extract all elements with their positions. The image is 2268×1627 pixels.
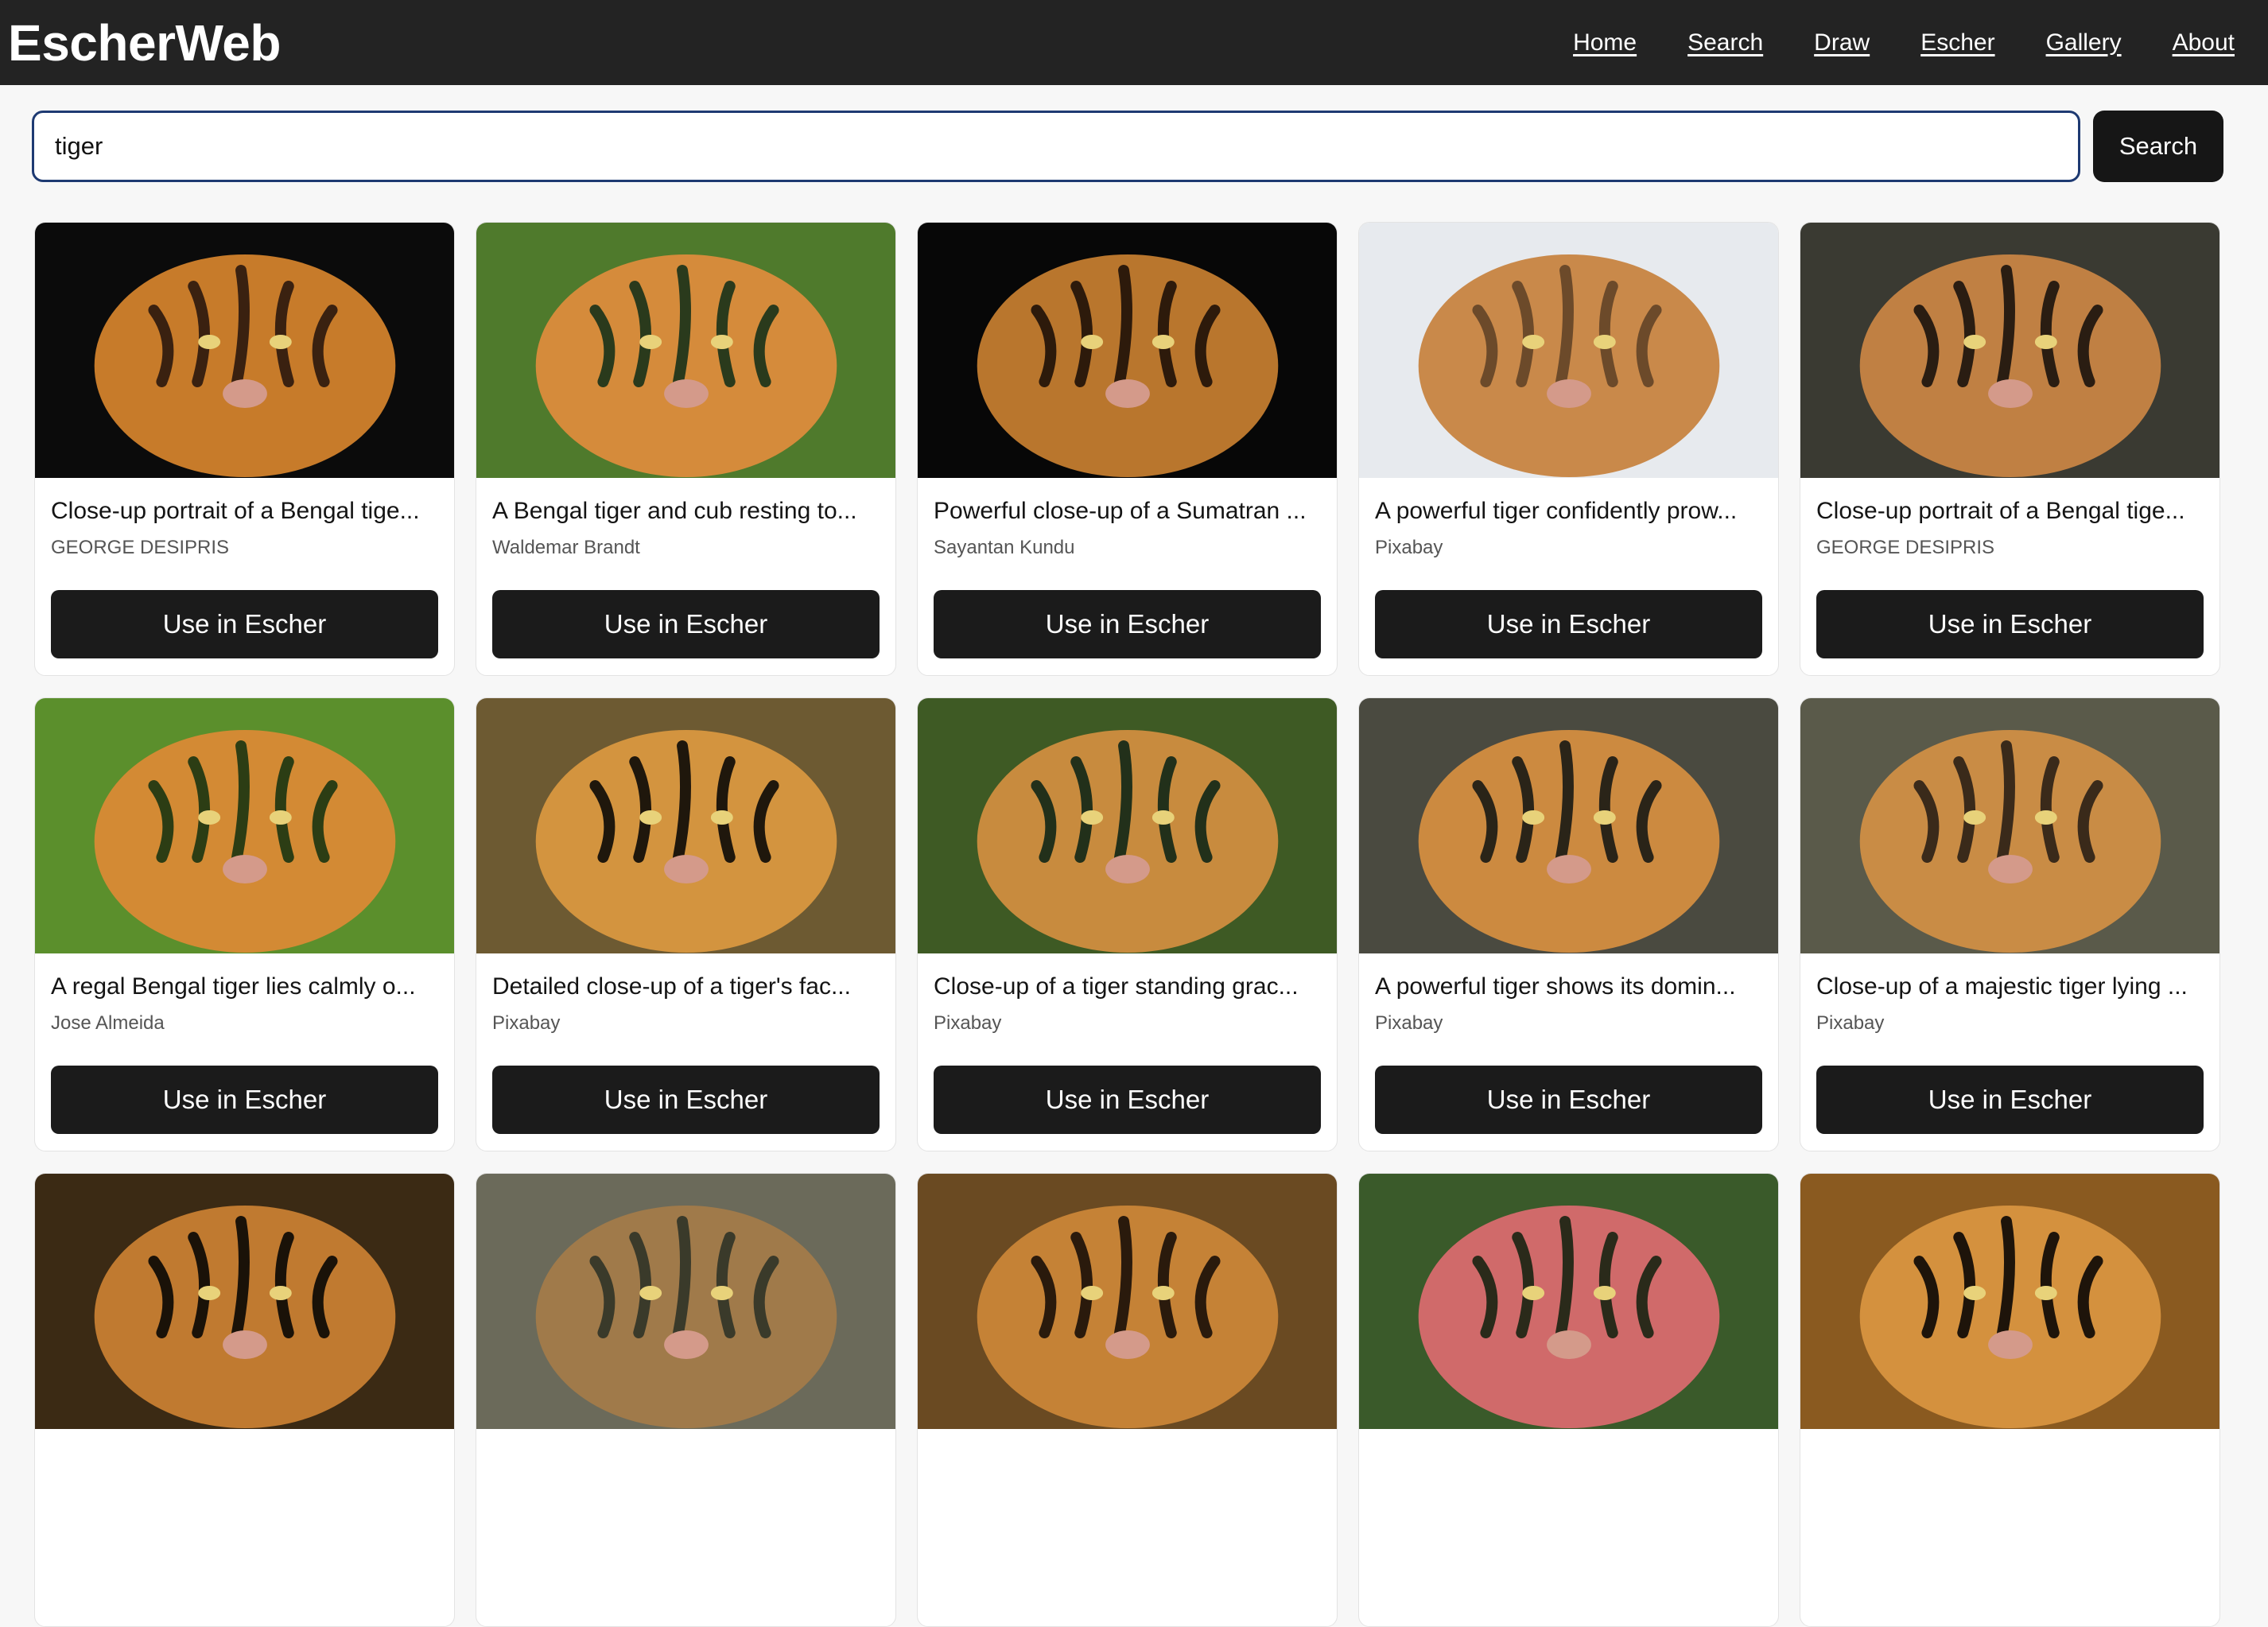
result-image[interactable] bbox=[1800, 698, 2219, 953]
result-title: A powerful tiger shows its domin... bbox=[1375, 973, 1736, 1000]
use-in-escher-button[interactable]: Use in Escher bbox=[1375, 1066, 1762, 1134]
use-in-escher-button[interactable]: Use in Escher bbox=[51, 590, 438, 658]
nav-draw-link[interactable]: Draw bbox=[1814, 29, 1870, 56]
result-card bbox=[1358, 1173, 1779, 1627]
nav-links: Home Search Draw Escher Gallery About bbox=[1522, 29, 2235, 56]
result-image[interactable] bbox=[918, 698, 1337, 953]
results-grid: Close-up portrait of a Bengal tige... GEO… bbox=[34, 222, 2221, 1627]
result-author: Pixabay bbox=[1816, 1012, 1885, 1034]
result-card bbox=[34, 1173, 455, 1627]
use-in-escher-button[interactable]: Use in Escher bbox=[1375, 590, 1762, 658]
result-card bbox=[476, 1173, 896, 1627]
use-in-escher-button[interactable]: Use in Escher bbox=[1816, 590, 2204, 658]
result-author: GEORGE DESIPRIS bbox=[1816, 537, 1995, 558]
result-image[interactable] bbox=[1359, 1174, 1778, 1429]
use-in-escher-button[interactable]: Use in Escher bbox=[934, 590, 1321, 658]
nav-escher-link[interactable]: Escher bbox=[1920, 29, 1994, 56]
result-card: A Bengal tiger and cub resting to... Wald… bbox=[476, 222, 896, 676]
result-title: Powerful close-up of a Sumatran ... bbox=[934, 498, 1307, 524]
result-image[interactable] bbox=[35, 1174, 454, 1429]
result-image[interactable] bbox=[1359, 223, 1778, 478]
nav-search-link[interactable]: Search bbox=[1687, 29, 1763, 56]
use-in-escher-button[interactable]: Use in Escher bbox=[934, 1066, 1321, 1134]
result-author: Sayantan Kundu bbox=[934, 537, 1075, 558]
use-in-escher-button[interactable]: Use in Escher bbox=[51, 1066, 438, 1134]
brand-logo[interactable]: EscherWeb bbox=[8, 14, 281, 72]
search-bar: Search bbox=[32, 110, 2223, 183]
result-card: Detailed close-up of a tiger's fac... Pix… bbox=[476, 697, 896, 1151]
result-title: A powerful tiger confidently prow... bbox=[1375, 498, 1738, 524]
result-author: Pixabay bbox=[1375, 1012, 1443, 1034]
result-card: Close-up of a tiger standing grac... Pixa… bbox=[917, 697, 1338, 1151]
nav-about-link[interactable]: About bbox=[2173, 29, 2235, 56]
result-card: Close-up of a majestic tiger lying ... Pi… bbox=[1800, 697, 2220, 1151]
result-author: Jose Almeida bbox=[51, 1012, 165, 1034]
result-image[interactable] bbox=[1800, 223, 2219, 478]
search-input[interactable] bbox=[32, 111, 2080, 182]
search-button[interactable]: Search bbox=[2093, 111, 2223, 182]
result-card: Powerful close-up of a Sumatran ... Sayan… bbox=[917, 222, 1338, 676]
result-image[interactable] bbox=[1800, 1174, 2219, 1429]
result-card: A regal Bengal tiger lies calmly o... Jos… bbox=[34, 697, 455, 1151]
result-image[interactable] bbox=[35, 698, 454, 953]
result-image[interactable] bbox=[476, 1174, 895, 1429]
result-image[interactable] bbox=[476, 698, 895, 953]
result-image[interactable] bbox=[918, 1174, 1337, 1429]
result-card bbox=[917, 1173, 1338, 1627]
top-navbar: EscherWeb Home Search Draw Escher Galler… bbox=[0, 0, 2268, 85]
result-image[interactable] bbox=[918, 223, 1337, 478]
use-in-escher-button[interactable]: Use in Escher bbox=[492, 1066, 880, 1134]
result-title: Close-up of a tiger standing grac... bbox=[934, 973, 1299, 1000]
result-author: GEORGE DESIPRIS bbox=[51, 537, 230, 558]
result-card: A powerful tiger confidently prow... Pixa… bbox=[1358, 222, 1779, 676]
result-image[interactable] bbox=[476, 223, 895, 478]
use-in-escher-button[interactable]: Use in Escher bbox=[1816, 1066, 2204, 1134]
use-in-escher-button[interactable]: Use in Escher bbox=[492, 590, 880, 658]
result-author: Pixabay bbox=[934, 1012, 1002, 1034]
result-card: Close-up portrait of a Bengal tige... GEO… bbox=[34, 222, 455, 676]
result-title: A regal Bengal tiger lies calmly o... bbox=[51, 973, 416, 1000]
result-card: Close-up portrait of a Bengal tige... GEO… bbox=[1800, 222, 2220, 676]
result-card: A powerful tiger shows its domin... Pixab… bbox=[1358, 697, 1779, 1151]
result-title: Close-up portrait of a Bengal tige... bbox=[1816, 498, 2185, 524]
result-image[interactable] bbox=[35, 223, 454, 478]
result-title: Close-up of a majestic tiger lying ... bbox=[1816, 973, 2188, 1000]
result-card bbox=[1800, 1173, 2220, 1627]
result-author: Waldemar Brandt bbox=[492, 537, 640, 558]
result-image[interactable] bbox=[1359, 698, 1778, 953]
result-title: Close-up portrait of a Bengal tige... bbox=[51, 498, 420, 524]
result-title: A Bengal tiger and cub resting to... bbox=[492, 498, 857, 524]
nav-home-link[interactable]: Home bbox=[1573, 29, 1637, 56]
nav-gallery-link[interactable]: Gallery bbox=[2046, 29, 2122, 56]
result-title: Detailed close-up of a tiger's fac... bbox=[492, 973, 851, 1000]
result-author: Pixabay bbox=[1375, 537, 1443, 558]
result-author: Pixabay bbox=[492, 1012, 561, 1034]
